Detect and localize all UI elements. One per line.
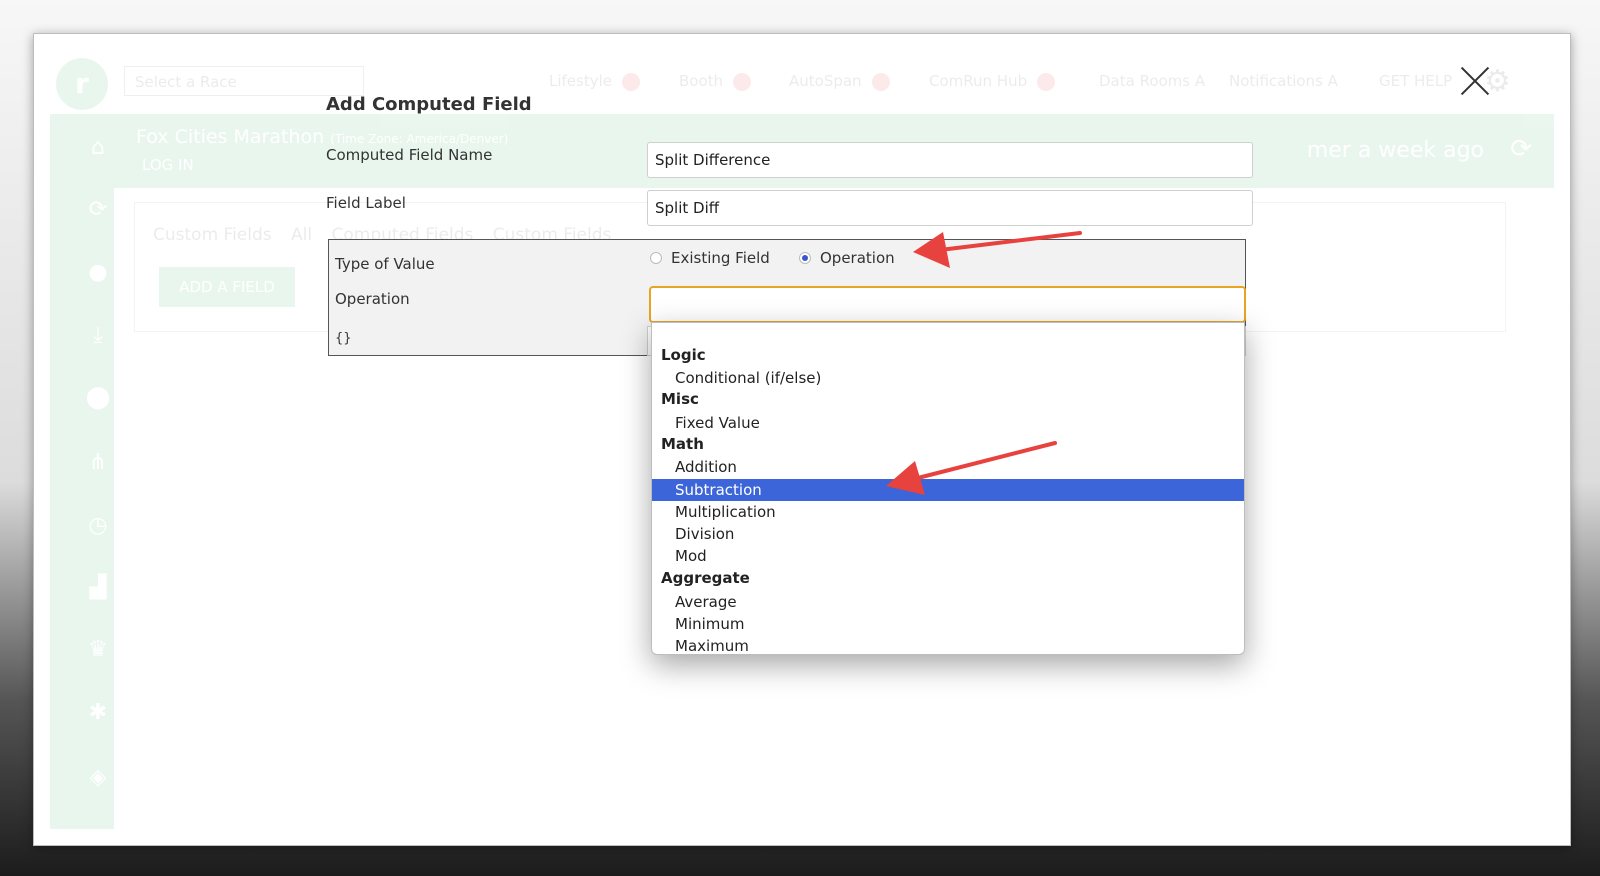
annotation-arrows <box>886 231 1082 495</box>
annotation-arrow-operation <box>913 231 1082 268</box>
annotation-arrow-subtraction <box>886 441 1057 495</box>
